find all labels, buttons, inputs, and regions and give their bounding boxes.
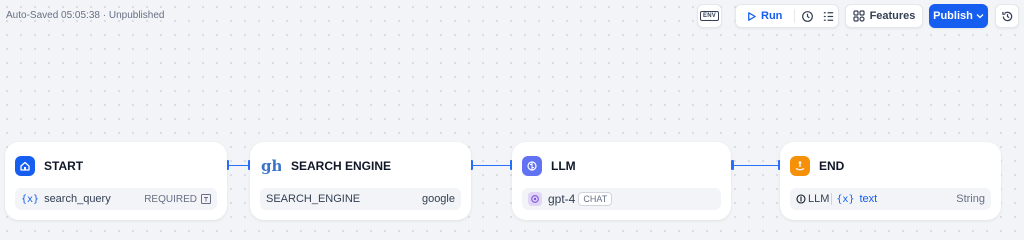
node-title: SEARCH ENGINE xyxy=(291,159,392,173)
features-label: Features xyxy=(869,10,916,22)
variable-name: search_query xyxy=(44,193,111,205)
model-name: gpt-4 xyxy=(548,192,576,206)
variable-icon: {x} xyxy=(21,193,40,205)
features-icon xyxy=(852,10,865,22)
publish-label: Publish xyxy=(933,10,973,22)
end-node[interactable]: END LLM {x} text String xyxy=(780,142,1001,220)
home-icon xyxy=(15,156,35,176)
save-status: Auto-Saved 05:05:38 · Unpublished xyxy=(6,10,165,21)
variable-type: String xyxy=(956,193,985,205)
node-title: END xyxy=(819,159,845,173)
flag-icon xyxy=(790,156,810,176)
search-engine-node[interactable]: ght SEARCH ENGINE SEARCH_ENGINE google xyxy=(250,142,471,220)
chevron-down-icon xyxy=(976,12,984,20)
parameter-value: google xyxy=(421,193,455,205)
start-node[interactable]: START {x} search_query REQUIRED xyxy=(5,142,227,220)
version-history-button[interactable] xyxy=(995,4,1019,28)
llm-node[interactable]: LLM gpt-4 CHAT xyxy=(512,142,731,220)
text-input-icon xyxy=(201,194,211,204)
divider xyxy=(794,9,796,23)
source-node-name: LLM xyxy=(808,193,830,205)
divider xyxy=(831,193,833,205)
env-button[interactable]: ENV xyxy=(697,4,722,28)
input-variable-row: {x} search_query REQUIRED xyxy=(15,188,217,210)
search-tool-icon: ght xyxy=(261,157,281,175)
brain-icon xyxy=(522,156,542,176)
env-icon: ENV xyxy=(700,11,719,21)
edge-start-search xyxy=(228,165,250,166)
play-icon[interactable] xyxy=(746,11,757,22)
run-toolbar: Run xyxy=(735,4,839,28)
edge-llm-end xyxy=(733,165,780,166)
parameter-label: SEARCH_ENGINE xyxy=(266,193,361,205)
parameter-row: SEARCH_ENGINE google xyxy=(260,188,461,210)
checklist-icon[interactable] xyxy=(822,10,835,23)
run-button[interactable]: Run xyxy=(761,10,782,22)
edge-search-llm xyxy=(472,165,512,166)
variable-name: text xyxy=(859,193,878,205)
features-button[interactable]: Features xyxy=(845,4,923,28)
output-variable-row: LLM {x} text String xyxy=(790,188,991,210)
required-label: REQUIRED xyxy=(144,193,197,205)
llm-source-icon xyxy=(796,194,806,204)
model-row: gpt-4 CHAT xyxy=(522,188,721,210)
variable-icon: {x} xyxy=(836,193,855,205)
run-history-icon[interactable] xyxy=(801,10,814,23)
node-title: LLM xyxy=(551,159,576,173)
history-icon xyxy=(1001,10,1014,23)
mode-tag: CHAT xyxy=(578,192,613,206)
openai-icon xyxy=(528,192,542,206)
publish-button[interactable]: Publish xyxy=(929,4,988,28)
node-title: START xyxy=(44,159,84,173)
llm-output-handle[interactable] xyxy=(731,160,734,170)
